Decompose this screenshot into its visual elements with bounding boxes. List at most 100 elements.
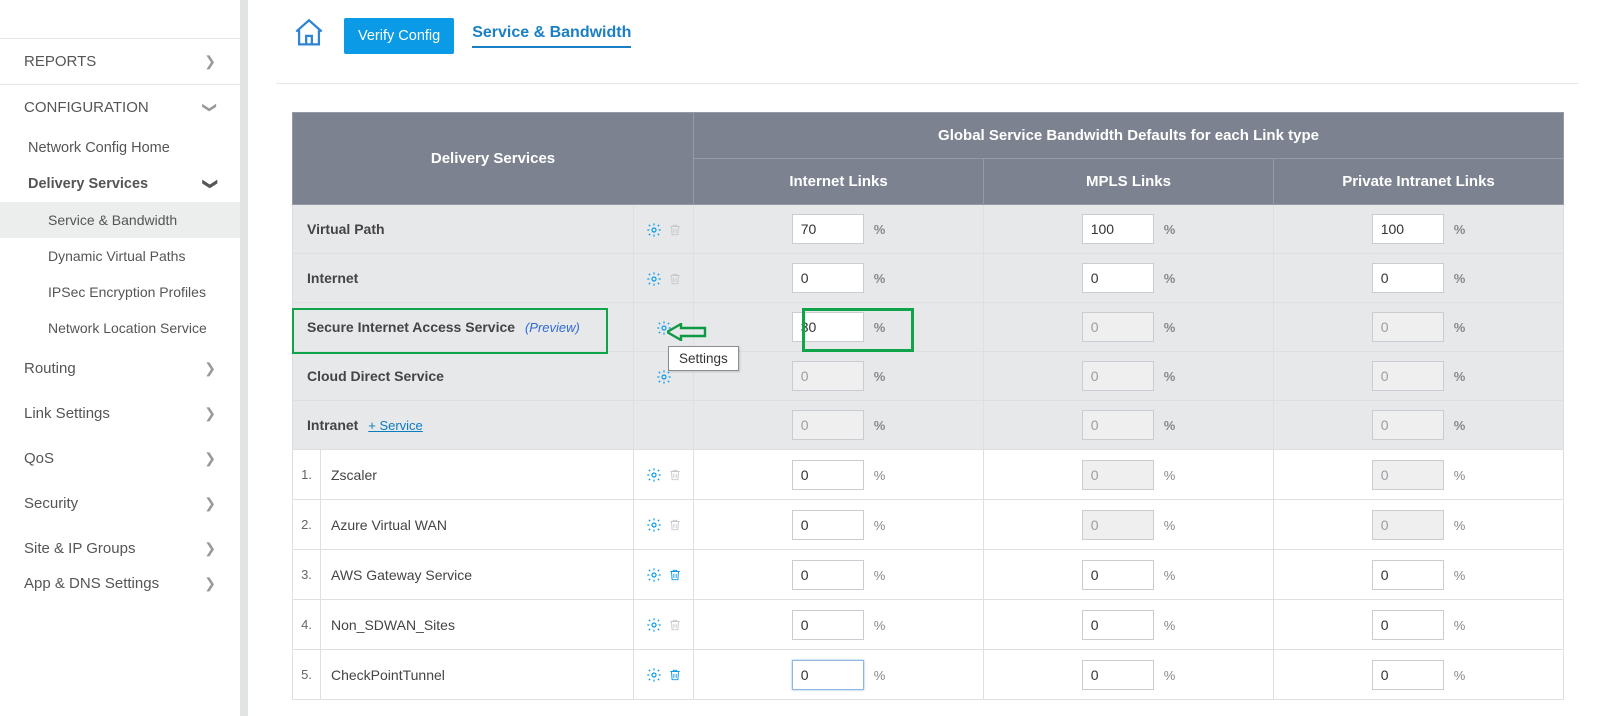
table-row: 3.AWS Gateway Service%%% bbox=[293, 550, 1564, 600]
bandwidth-input bbox=[1372, 312, 1444, 342]
nav-security-label: Security bbox=[24, 495, 78, 512]
bandwidth-input[interactable] bbox=[792, 263, 864, 293]
trash-icon bbox=[668, 516, 682, 533]
verify-config-button[interactable]: Verify Config bbox=[344, 18, 454, 54]
bandwidth-input[interactable] bbox=[792, 460, 864, 490]
bandwidth-input[interactable] bbox=[1372, 610, 1444, 640]
bandwidth-input bbox=[1372, 361, 1444, 391]
service-name-cell: 4.Non_SDWAN_Sites bbox=[293, 600, 634, 650]
bandwidth-input bbox=[1082, 410, 1154, 440]
nav-security[interactable]: Security ❯ bbox=[0, 481, 240, 526]
bandwidth-input[interactable] bbox=[792, 312, 864, 342]
nav-site-ip-label: Site & IP Groups bbox=[24, 540, 135, 557]
add-service-link[interactable]: + Service bbox=[368, 418, 423, 433]
table-row: Cloud Direct Service%%% bbox=[293, 352, 1564, 401]
percent-label: % bbox=[1164, 320, 1176, 335]
bandwidth-table-wrap: Delivery Services Global Service Bandwid… bbox=[292, 112, 1578, 700]
gear-icon[interactable] bbox=[646, 566, 662, 583]
table-row: Virtual Path%%% bbox=[293, 205, 1564, 254]
service-name-cell: Virtual Path bbox=[293, 205, 634, 254]
bandwidth-input[interactable] bbox=[1082, 263, 1154, 293]
nav-link-settings[interactable]: Link Settings ❯ bbox=[0, 391, 240, 436]
nav-ipsec-profiles[interactable]: IPSec Encryption Profiles bbox=[0, 274, 240, 310]
gear-icon[interactable] bbox=[646, 269, 662, 286]
trash-icon[interactable] bbox=[668, 566, 682, 583]
percent-label: % bbox=[874, 618, 886, 633]
col-internet-links: Internet Links bbox=[694, 159, 984, 205]
nav-delivery-services[interactable]: Delivery Services ❯ bbox=[0, 166, 240, 202]
trash-icon[interactable] bbox=[668, 666, 682, 683]
service-name-cell: 2.Azure Virtual WAN bbox=[293, 500, 634, 550]
chevron-right-icon: ❯ bbox=[204, 540, 216, 557]
bandwidth-input[interactable] bbox=[1372, 660, 1444, 690]
gear-icon[interactable] bbox=[656, 318, 672, 335]
percent-label: % bbox=[1454, 568, 1466, 583]
nav-configuration-label: CONFIGURATION bbox=[24, 99, 149, 116]
service-name-cell: 3.AWS Gateway Service bbox=[293, 550, 634, 600]
percent-label: % bbox=[874, 568, 886, 583]
col-global-defaults: Global Service Bandwidth Defaults for ea… bbox=[694, 113, 1564, 159]
row-index: 1. bbox=[293, 450, 321, 499]
nav-network-config-home[interactable]: Network Config Home bbox=[0, 130, 240, 166]
nav-app-dns-settings[interactable]: App & DNS Settings ❯ bbox=[0, 571, 240, 606]
bandwidth-input[interactable] bbox=[1372, 214, 1444, 244]
service-name-cell: Cloud Direct Service bbox=[293, 352, 634, 401]
bandwidth-input[interactable] bbox=[1082, 660, 1154, 690]
nav-qos[interactable]: QoS ❯ bbox=[0, 436, 240, 481]
breadcrumb-current[interactable]: Service & Bandwidth bbox=[472, 24, 631, 48]
percent-label: % bbox=[874, 418, 886, 433]
nav-network-location-service[interactable]: Network Location Service bbox=[0, 310, 240, 346]
chevron-down-icon: ❯ bbox=[202, 102, 219, 114]
percent-label: % bbox=[1164, 668, 1176, 683]
nav-configuration[interactable]: CONFIGURATION ❯ bbox=[0, 85, 240, 130]
gear-icon[interactable] bbox=[646, 516, 662, 533]
percent-label: % bbox=[1164, 618, 1176, 633]
gear-icon[interactable] bbox=[646, 666, 662, 683]
actions-cell bbox=[634, 205, 694, 254]
actions-cell bbox=[634, 401, 694, 450]
nav-dynamic-virtual-paths[interactable]: Dynamic Virtual Paths bbox=[0, 238, 240, 274]
nav-service-bandwidth[interactable]: Service & Bandwidth bbox=[0, 202, 240, 238]
table-row: 1.Zscaler%%% bbox=[293, 450, 1564, 500]
percent-label: % bbox=[1454, 320, 1466, 335]
row-index: 3. bbox=[293, 550, 321, 599]
percent-label: % bbox=[1454, 369, 1466, 384]
bandwidth-input[interactable] bbox=[1372, 560, 1444, 590]
bandwidth-input[interactable] bbox=[792, 214, 864, 244]
bandwidth-input[interactable] bbox=[792, 610, 864, 640]
percent-label: % bbox=[874, 271, 886, 286]
actions-cell bbox=[634, 450, 694, 500]
bandwidth-input[interactable] bbox=[792, 660, 864, 690]
percent-label: % bbox=[1454, 618, 1466, 633]
percent-label: % bbox=[1164, 418, 1176, 433]
percent-label: % bbox=[874, 369, 886, 384]
col-private-links: Private Intranet Links bbox=[1274, 159, 1564, 205]
percent-label: % bbox=[1454, 518, 1466, 533]
nav-site-ip-groups[interactable]: Site & IP Groups ❯ bbox=[0, 526, 240, 571]
actions-cell bbox=[634, 600, 694, 650]
chevron-right-icon: ❯ bbox=[204, 495, 216, 512]
percent-label: % bbox=[1164, 568, 1176, 583]
bandwidth-input[interactable] bbox=[1082, 560, 1154, 590]
bandwidth-input[interactable] bbox=[792, 510, 864, 540]
gear-icon[interactable] bbox=[646, 466, 662, 483]
chevron-right-icon: ❯ bbox=[204, 405, 216, 422]
chevron-right-icon: ❯ bbox=[204, 53, 216, 70]
percent-label: % bbox=[1164, 369, 1176, 384]
gear-icon[interactable] bbox=[646, 220, 662, 237]
col-mpls-links: MPLS Links bbox=[984, 159, 1274, 205]
home-icon[interactable] bbox=[292, 16, 326, 55]
col-delivery-services: Delivery Services bbox=[293, 113, 694, 205]
bandwidth-input[interactable] bbox=[1082, 214, 1154, 244]
bandwidth-input[interactable] bbox=[1082, 610, 1154, 640]
bandwidth-input[interactable] bbox=[1372, 263, 1444, 293]
nav-reports[interactable]: REPORTS ❯ bbox=[0, 39, 240, 84]
actions-cell bbox=[634, 500, 694, 550]
bandwidth-input[interactable] bbox=[792, 560, 864, 590]
percent-label: % bbox=[1164, 518, 1176, 533]
actions-cell bbox=[634, 303, 694, 352]
table-row: Secure Internet Access Service (Preview)… bbox=[293, 303, 1564, 352]
gear-icon[interactable] bbox=[646, 616, 662, 633]
nav-routing[interactable]: Routing ❯ bbox=[0, 346, 240, 391]
percent-label: % bbox=[1454, 468, 1466, 483]
